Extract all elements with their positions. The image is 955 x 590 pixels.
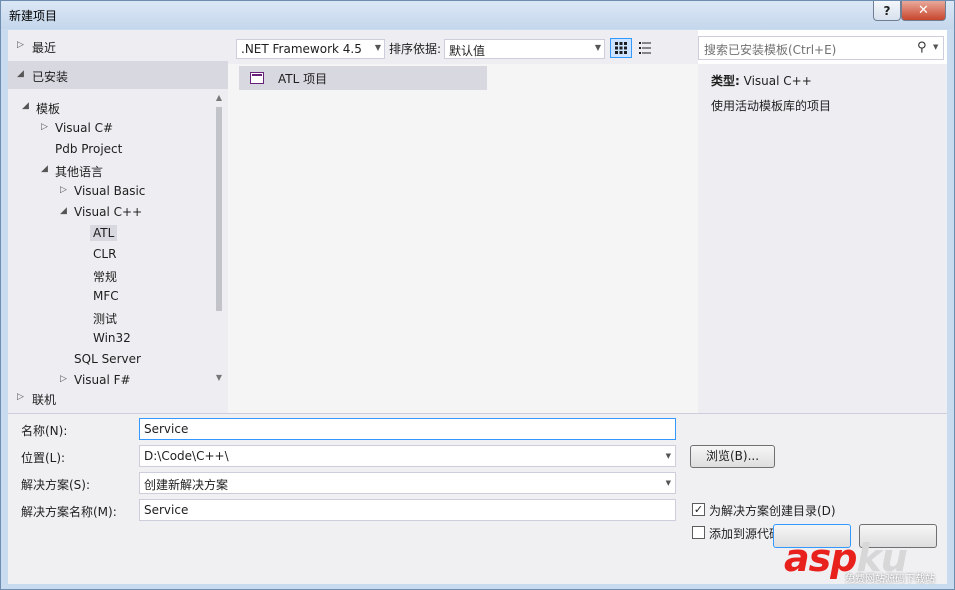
sort-value: 默认值 (449, 44, 486, 58)
tree-node-label: 测试 (93, 312, 118, 326)
template-toolbar: .NET Framework 4.5 ▼ 排序依据: 默认值 ▼ (228, 30, 698, 64)
solution-select[interactable]: 创建新解决方案 ▼ (139, 472, 676, 494)
new-project-dialog: 新建项目 ? ✕ ▷ 最近 ◢ 已安装 ◢ 模板 ▷ Visual C# Pdb Pro… (0, 0, 955, 590)
scroll-up-icon[interactable]: ▲ (214, 93, 224, 103)
location-field[interactable]: D:\Code\C++\ ▼ (139, 445, 676, 467)
chevron-down-icon[interactable]: ▼ (666, 479, 671, 487)
collapse-arrow-icon[interactable]: ◢ (41, 164, 51, 174)
solution-name-field[interactable]: Service (139, 499, 676, 521)
tree-node-label: Visual C# (55, 121, 114, 135)
tree-node-label: CLR (93, 247, 117, 261)
list-view-button[interactable] (634, 38, 656, 58)
name-value: Service (144, 422, 189, 436)
grid-view-icon (615, 42, 627, 54)
template-description: 使用活动模板库的项目 (711, 99, 832, 113)
installed-label: 已安装 (32, 70, 69, 84)
watermark-logo: aspku 免费网站源码下载站 (777, 536, 955, 590)
tree-scrollbar[interactable]: ▲ ▼ (213, 93, 225, 383)
online-label: 联机 (32, 393, 57, 407)
template-type: 类型: Visual C++ (711, 72, 812, 89)
tree-node-label: Visual F# (74, 373, 131, 384)
template-details-pane: 类型: Visual C++ 使用活动模板库的项目 (698, 64, 947, 413)
template-label: ATL 项目 (278, 72, 328, 86)
atl-project-icon (250, 72, 264, 84)
solution-name-label: 解决方案名称(M): (21, 505, 117, 519)
tree-node-label: MFC (93, 289, 119, 303)
expand-arrow-icon[interactable]: ▷ (60, 374, 70, 384)
tree-node-label: SQL Server (74, 352, 141, 366)
chevron-down-icon: ▼ (594, 43, 601, 52)
expand-arrow-icon: ▷ (17, 392, 24, 402)
location-value: D:\Code\C++\ (144, 449, 229, 463)
expand-arrow-icon: ▷ (17, 40, 24, 50)
installed-section[interactable]: ◢ 已安装 (8, 61, 228, 89)
online-section[interactable]: ▷ 联机 (8, 384, 228, 412)
tree-node-label: 其他语言 (55, 165, 104, 179)
recent-label: 最近 (32, 41, 57, 55)
watermark-subtitle: 免费网站源码下载站 (845, 574, 935, 585)
expand-arrow-icon[interactable]: ▷ (60, 185, 70, 195)
source-control-checkbox[interactable] (692, 526, 705, 539)
solution-label: 解决方案(S): (21, 478, 91, 492)
name-field[interactable]: Service (139, 418, 676, 440)
search-placeholder: 搜索已安装模板(Ctrl+E) (704, 43, 837, 57)
help-button[interactable]: ? (873, 1, 901, 21)
chevron-down-icon[interactable]: ▼ (933, 43, 938, 51)
tree-node-label: ATL (90, 225, 118, 241)
sort-label: 排序依据: (389, 42, 442, 56)
collapse-arrow-icon: ◢ (17, 69, 24, 79)
template-item[interactable]: ATL 项目 (239, 66, 487, 90)
browse-button[interactable]: 浏览(B)... (690, 445, 775, 468)
sort-select[interactable]: 默认值 ▼ (444, 39, 605, 59)
tree-node-label: 常规 (93, 270, 118, 284)
window-title: 新建项目 (9, 9, 58, 23)
scroll-thumb[interactable] (216, 107, 222, 311)
recent-section[interactable]: ▷ 最近 (8, 32, 228, 60)
search-icon[interactable]: ⚲ (917, 40, 927, 55)
name-label: 名称(N): (21, 424, 68, 438)
template-list: ATL 项目 (233, 64, 698, 413)
collapse-arrow-icon[interactable]: ◢ (60, 206, 70, 216)
framework-select[interactable]: .NET Framework 4.5 ▼ (236, 39, 385, 59)
create-directory-label: 为解决方案创建目录(D) (709, 504, 836, 518)
dialog-client: ▷ 最近 ◢ 已安装 ◢ 模板 ▷ Visual C# Pdb Project ◢ 其他语言… (8, 30, 947, 584)
type-label: 类型: (711, 74, 740, 88)
list-view-icon (639, 42, 651, 54)
create-directory-checkbox[interactable]: ✓ (692, 503, 705, 516)
framework-value: .NET Framework 4.5 (241, 42, 362, 56)
tree-node-label: Win32 (93, 331, 131, 345)
location-label: 位置(L): (21, 451, 66, 465)
chevron-down-icon[interactable]: ▼ (666, 452, 671, 460)
template-list-pane: ATL 项目 (228, 64, 698, 413)
template-tree: ◢ 模板 ▷ Visual C# Pdb Project ◢ 其他语言 ▷ Visual Bas… (8, 92, 228, 384)
template-search-box[interactable]: 搜索已安装模板(Ctrl+E) ⚲ ▼ (698, 36, 944, 60)
close-button[interactable]: ✕ (901, 1, 946, 21)
checkmark-icon: ✓ (693, 503, 704, 516)
tree-node-label: Visual Basic (74, 184, 146, 198)
tree-node-label: Pdb Project (55, 142, 123, 156)
tree-node-label: 模板 (36, 102, 61, 116)
tree-node-label: Visual C++ (74, 205, 143, 219)
grid-view-button[interactable] (610, 38, 632, 58)
solution-value: 创建新解决方案 (144, 478, 229, 492)
scroll-down-icon[interactable]: ▼ (214, 373, 224, 383)
category-pane: ▷ 最近 ◢ 已安装 ◢ 模板 ▷ Visual C# Pdb Project ◢ 其他语言… (8, 30, 228, 413)
solution-name-value: Service (144, 503, 189, 517)
title-bar: 新建项目 ? ✕ (1, 1, 954, 29)
chevron-down-icon: ▼ (374, 43, 381, 52)
type-value: Visual C++ (743, 74, 812, 88)
collapse-arrow-icon[interactable]: ◢ (22, 101, 32, 111)
expand-arrow-icon[interactable]: ▷ (41, 122, 51, 132)
